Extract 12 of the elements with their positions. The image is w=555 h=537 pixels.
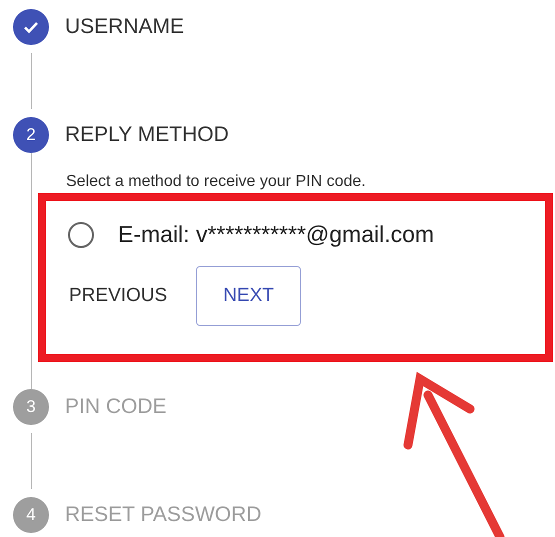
step-description: Select a method to receive your PIN code. — [66, 172, 367, 191]
step-number: 4 — [26, 505, 36, 525]
next-button[interactable]: NEXT — [196, 266, 301, 326]
step-label: PIN CODE — [65, 395, 167, 419]
radio-label: E-mail: v***********@gmail.com — [118, 221, 434, 248]
step-number: 2 — [26, 125, 36, 145]
step-label: RESET PASSWORD — [65, 503, 262, 527]
previous-button[interactable]: PREVIOUS — [56, 266, 180, 326]
step-number: 3 — [26, 397, 36, 417]
step-label: REPLY METHOD — [65, 123, 229, 147]
radio-button[interactable] — [68, 222, 94, 248]
step-label: USERNAME — [65, 15, 184, 39]
